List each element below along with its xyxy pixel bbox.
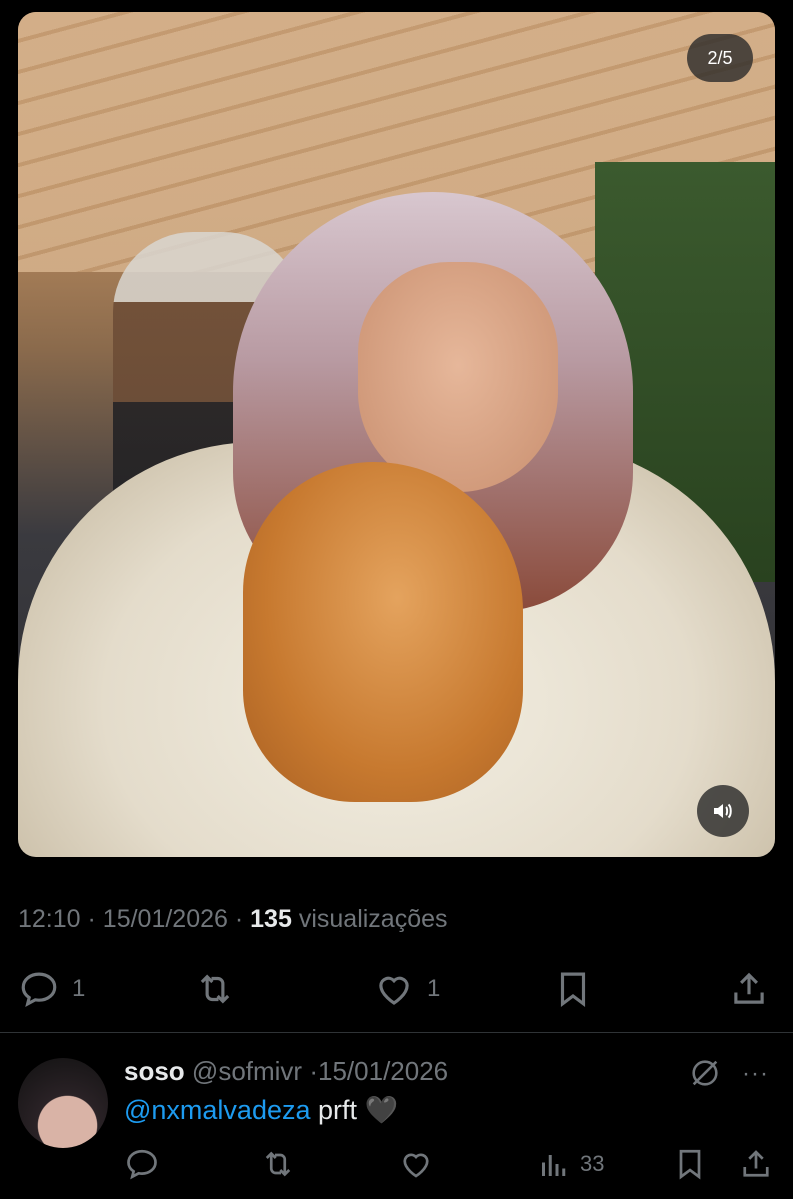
reply-text: @nxmalvadeza prft 🖤 xyxy=(124,1094,398,1126)
repost-icon xyxy=(265,1151,291,1177)
reply-like-button[interactable] xyxy=(398,1146,434,1182)
reply-views-button[interactable]: 33 xyxy=(536,1146,604,1182)
reply-share-button[interactable] xyxy=(738,1146,774,1182)
reply-header: soso @sofmivr ·15/01/2026 xyxy=(124,1056,448,1087)
repost-icon xyxy=(200,974,230,1004)
avatar[interactable] xyxy=(18,1058,108,1148)
reply-icon xyxy=(127,1149,157,1180)
reply-author-handle[interactable]: @sofmivr xyxy=(192,1056,302,1086)
share-button[interactable] xyxy=(728,968,770,1010)
reply-button[interactable]: 1 xyxy=(18,968,85,1010)
reply-actions-bar: 33 xyxy=(124,1146,784,1182)
post-timestamp-views: 12:10 · 15/01/2026 · 135 visualizações xyxy=(18,905,448,934)
share-icon xyxy=(734,972,764,1004)
reply-reply-button[interactable] xyxy=(124,1146,160,1182)
divider xyxy=(0,1032,793,1033)
reply-body: prft 🖤 xyxy=(318,1095,399,1125)
views-count: 135 xyxy=(250,905,292,933)
analytics-icon xyxy=(542,1155,566,1176)
volume-button[interactable] xyxy=(697,785,749,837)
heart-icon xyxy=(403,1153,429,1178)
heart-icon xyxy=(379,976,409,1005)
reply-date[interactable]: 15/01/2026 xyxy=(318,1056,448,1086)
like-count: 1 xyxy=(427,975,441,1002)
mention-link[interactable]: @nxmalvadeza xyxy=(124,1095,311,1125)
reply-count: 1 xyxy=(72,975,86,1002)
photo-face xyxy=(358,262,558,492)
views-label: visualizações xyxy=(298,905,448,933)
post-media-image[interactable]: 2/5 xyxy=(18,12,775,857)
grok-icon[interactable] xyxy=(688,1056,722,1090)
more-options-icon[interactable]: ··· xyxy=(742,1060,769,1088)
separator-dot: · xyxy=(234,905,251,933)
share-icon xyxy=(743,1150,769,1177)
separator-dot: · xyxy=(309,1056,318,1086)
repost-button[interactable] xyxy=(194,968,236,1010)
bookmark-icon xyxy=(679,1149,701,1180)
reply-bookmark-button[interactable] xyxy=(672,1146,708,1182)
post-actions-bar: 1 1 xyxy=(18,968,773,1012)
media-counter-badge: 2/5 xyxy=(687,34,753,82)
reply-author-name[interactable]: soso xyxy=(124,1056,185,1086)
reply-icon xyxy=(21,972,57,1007)
post-time: 12:10 xyxy=(18,905,81,933)
like-button[interactable]: 1 xyxy=(373,968,440,1010)
volume-icon xyxy=(714,803,732,819)
reply-views-count: 33 xyxy=(580,1151,605,1176)
photo-cat xyxy=(243,462,523,802)
reply-repost-button[interactable] xyxy=(260,1146,296,1182)
post-date[interactable]: 15/01/2026 xyxy=(103,905,228,933)
bookmark-button[interactable] xyxy=(552,968,594,1010)
separator-dot: · xyxy=(87,905,103,933)
bookmark-icon xyxy=(560,972,586,1008)
